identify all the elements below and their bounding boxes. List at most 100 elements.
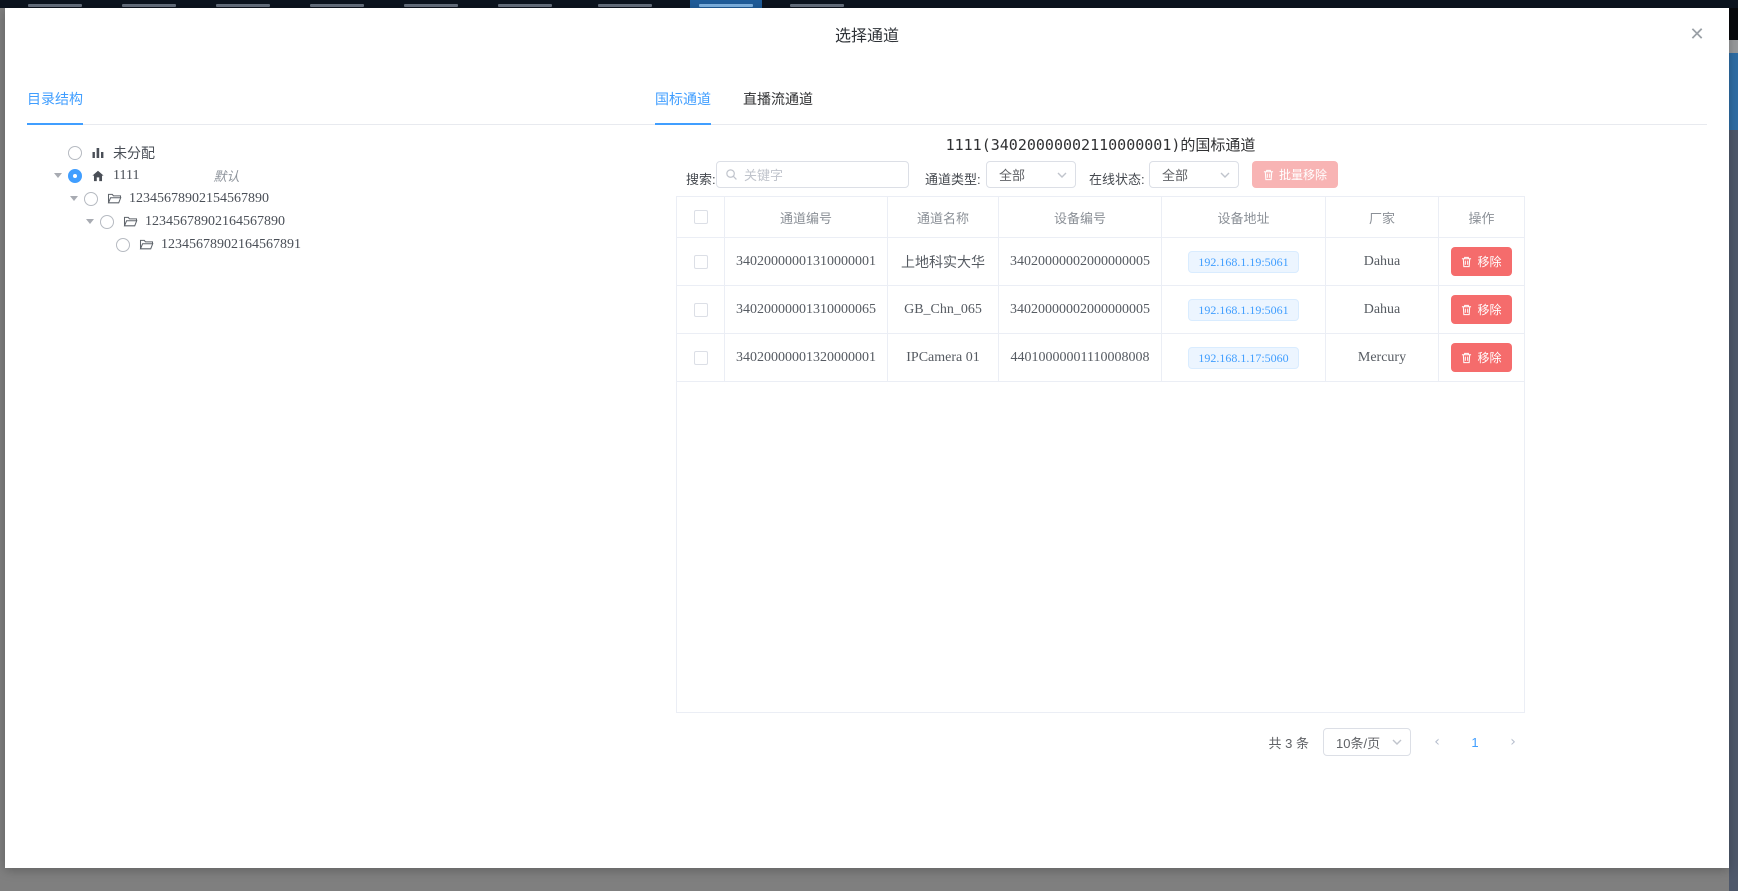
select-all-checkbox[interactable] [694, 210, 708, 224]
col-header-channel-id: 通道编号 [725, 197, 888, 237]
close-icon[interactable]: ✕ [1687, 24, 1707, 44]
tree-node-label: 1111 [113, 168, 139, 184]
col-header-vendor: 厂家 [1326, 197, 1439, 237]
gb-channel-heading: 1111(34020000002110000001)的国标通道 [676, 134, 1525, 155]
channel-type-select[interactable]: 全部 [986, 161, 1076, 188]
col-header-channel-name: 通道名称 [888, 197, 999, 237]
remove-button[interactable]: 移除 [1451, 343, 1511, 372]
online-state-value: 全部 [1162, 165, 1188, 184]
tree-node-default-badge: 默认 [213, 166, 239, 185]
radio-unchecked[interactable] [68, 146, 82, 160]
cell-channel-id: 34020000001320000001 [725, 334, 888, 381]
prev-page-icon[interactable]: ‹ [1425, 734, 1449, 750]
nav-item-clipped [598, 4, 652, 7]
trash-icon [1461, 352, 1472, 364]
remove-button[interactable]: 移除 [1451, 247, 1511, 276]
tree-node-folder-3[interactable]: 12345678902164567891 [5, 233, 645, 256]
cell-channel-name: IPCamera 01 [888, 334, 999, 381]
trash-icon [1263, 169, 1274, 181]
caret-down-icon[interactable] [54, 173, 62, 178]
tree-node-folder-1[interactable]: 12345678902154567890 [5, 187, 645, 210]
chevron-down-icon [1220, 172, 1230, 178]
table-row: 34020000001310000065 GB_Chn_065 34020000… [677, 286, 1524, 334]
device-address-tag: 192.168.1.17:5060 [1188, 347, 1298, 369]
nav-item-clipped [28, 4, 82, 7]
pagination-total: 共 3 条 [1269, 733, 1309, 752]
search-input[interactable]: 关键字 [716, 161, 909, 188]
cell-vendor: Dahua [1326, 238, 1439, 285]
chevron-down-icon [1057, 172, 1067, 178]
search-placeholder: 关键字 [744, 165, 783, 184]
radio-unchecked[interactable] [100, 215, 114, 229]
col-header-action: 操作 [1439, 197, 1524, 237]
page-right-edge [1729, 0, 1738, 891]
search-label: 搜索: [686, 169, 716, 188]
cell-channel-name: 上地科实大华 [888, 238, 999, 285]
remove-button[interactable]: 移除 [1451, 295, 1511, 324]
row-checkbox[interactable] [694, 351, 708, 365]
select-all-cell [677, 197, 725, 237]
cell-channel-id: 34020000001310000065 [725, 286, 888, 333]
trash-icon [1461, 256, 1472, 268]
row-checkbox[interactable] [694, 303, 708, 317]
tab-underline-right [655, 123, 711, 125]
tab-underline-left [27, 123, 83, 125]
tree-node-label: 12345678902164567891 [161, 237, 301, 253]
channel-type-label: 通道类型: [925, 169, 981, 188]
home-icon [90, 168, 106, 184]
device-address-tag: 192.168.1.19:5061 [1188, 299, 1298, 321]
directory-tree: 未分配 1111 默认 12345678902154567890 [5, 141, 645, 256]
cell-device-id: 34020000002000000005 [999, 286, 1162, 333]
table-row: 34020000001310000001 上地科实大华 340200000020… [677, 238, 1524, 286]
nav-item-clipped [216, 4, 270, 7]
radio-checked[interactable] [68, 169, 82, 183]
folder-icon [122, 214, 138, 230]
current-page[interactable]: 1 [1463, 735, 1487, 750]
select-channel-dialog: 选择通道 ✕ 目录结构 国标通道 直播流通道 未分配 1111 默认 [5, 8, 1729, 868]
top-nav-bar [0, 0, 1738, 8]
nav-item-clipped [122, 4, 176, 7]
tree-node-label: 未分配 [113, 143, 155, 163]
batch-remove-button[interactable]: 批量移除 [1252, 161, 1338, 188]
tree-node-1111[interactable]: 1111 默认 [5, 164, 645, 187]
nav-item-clipped [699, 4, 753, 7]
tree-node-folder-2[interactable]: 12345678902164567890 [5, 210, 645, 233]
nav-item-clipped [498, 4, 552, 7]
remove-button-label: 移除 [1477, 301, 1501, 318]
radio-unchecked[interactable] [116, 238, 130, 252]
nav-item-active-clipped [690, 0, 762, 8]
search-icon [725, 168, 738, 181]
online-state-select[interactable]: 全部 [1149, 161, 1239, 188]
table-row: 34020000001320000001 IPCamera 01 4401000… [677, 334, 1524, 382]
col-header-device-id: 设备编号 [999, 197, 1162, 237]
col-header-device-addr: 设备地址 [1162, 197, 1326, 237]
chevron-down-icon [1392, 739, 1402, 745]
row-checkbox[interactable] [694, 255, 708, 269]
folder-icon [106, 191, 122, 207]
cell-vendor: Mercury [1326, 334, 1439, 381]
channel-type-value: 全部 [999, 165, 1025, 184]
tab-directory-structure[interactable]: 目录结构 [27, 89, 83, 109]
cell-device-id: 44010000001110008008 [999, 334, 1162, 381]
online-state-label: 在线状态: [1089, 169, 1145, 188]
tree-node-unassigned[interactable]: 未分配 [5, 141, 645, 164]
tree-node-label: 12345678902164567890 [145, 214, 285, 230]
tab-live-stream-channel[interactable]: 直播流通道 [743, 89, 813, 109]
device-address-tag: 192.168.1.19:5061 [1188, 251, 1298, 273]
next-page-icon[interactable]: › [1501, 734, 1525, 750]
tab-gb-channel[interactable]: 国标通道 [655, 89, 711, 109]
remove-button-label: 移除 [1477, 349, 1501, 366]
caret-down-icon[interactable] [86, 219, 94, 224]
org-bars-icon [90, 145, 106, 161]
nav-item-clipped [310, 4, 364, 7]
remove-button-label: 移除 [1477, 253, 1501, 270]
radio-unchecked[interactable] [84, 192, 98, 206]
trash-icon [1461, 304, 1472, 316]
pagination: 共 3 条 10条/页 ‹ 1 › [676, 728, 1525, 756]
cell-device-id: 34020000002000000005 [999, 238, 1162, 285]
batch-remove-label: 批量移除 [1279, 166, 1327, 183]
cell-vendor: Dahua [1326, 286, 1439, 333]
nav-item-clipped [404, 4, 458, 7]
caret-down-icon[interactable] [70, 196, 78, 201]
page-size-select[interactable]: 10条/页 [1323, 728, 1411, 756]
